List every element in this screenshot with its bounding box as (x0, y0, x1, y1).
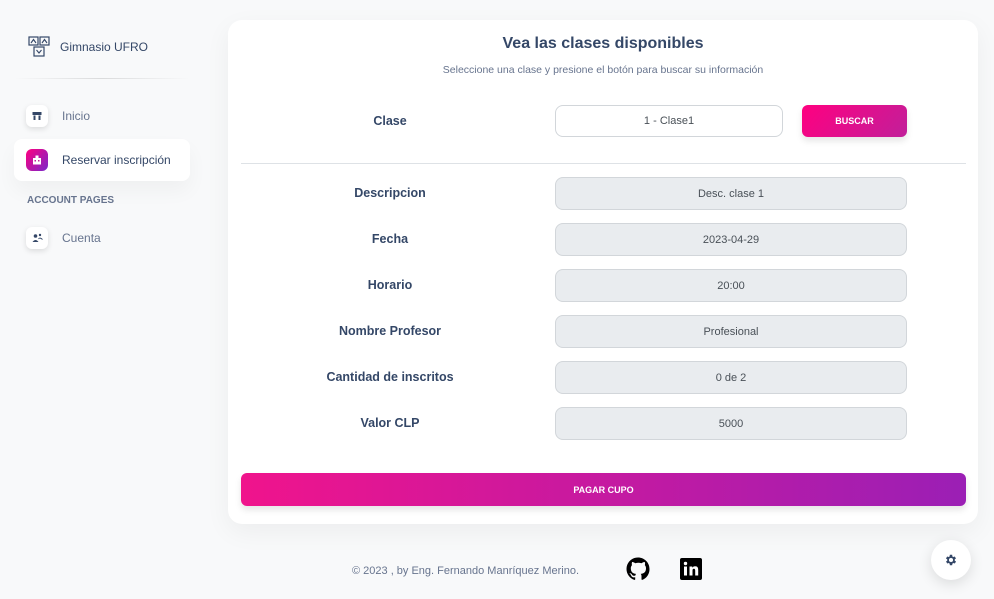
github-icon[interactable] (626, 557, 650, 581)
sidebar-item-label: Cuenta (62, 231, 101, 245)
clase-select[interactable]: 1 - Clase1 (555, 105, 783, 137)
clase-label: Clase (373, 114, 407, 128)
page-title: Vea las clases disponibles (502, 35, 704, 52)
valor-clp-label: Valor CLP (360, 416, 420, 430)
office-icon (26, 149, 48, 171)
brand-name: Gimnasio UFRO (60, 40, 149, 54)
cantidad-inscritos-field: 0 de 2 (555, 361, 907, 394)
descripcion-label: Descripcion (354, 186, 426, 200)
buscar-button[interactable]: BUSCAR (802, 105, 907, 137)
descripcion-field: Desc. clase 1 (555, 177, 907, 210)
horario-field: 20:00 (555, 269, 907, 302)
gym-logo-icon (28, 36, 50, 57)
fecha-field: 2023-04-29 (555, 223, 907, 256)
horario-label: Horario (367, 278, 413, 292)
nombre-profesor-label: Nombre Profesor (338, 324, 442, 338)
sidebar-item-label: Inicio (62, 109, 91, 123)
linkedin-icon[interactable] (679, 557, 703, 581)
sidebar-item-label: Reservar inscripción (62, 153, 171, 167)
users-icon (26, 227, 48, 249)
class-info-card: Vea las clases disponibles Seleccione un… (228, 20, 978, 524)
shop-icon (26, 105, 48, 127)
valor-clp-field: 5000 (555, 407, 907, 440)
divider (241, 163, 966, 164)
brand[interactable]: Gimnasio UFRO (28, 36, 148, 58)
section-heading: ACCOUNT PAGES (27, 195, 115, 206)
nombre-profesor-field: Profesional (555, 315, 907, 348)
sidebar-item-cuenta[interactable]: Cuenta (14, 217, 190, 259)
sidebar-divider (14, 78, 190, 79)
footer-copyright: © 2023 , by Eng. Fernando Manríquez Meri… (352, 565, 580, 577)
fecha-label: Fecha (371, 232, 409, 246)
page-subtitle: Seleccione una clase y presione el botón… (442, 64, 764, 76)
cantidad-inscritos-label: Cantidad de inscritos (326, 370, 454, 384)
gear-icon (945, 554, 957, 566)
sidebar-item-reservar[interactable]: Reservar inscripción (14, 139, 190, 181)
sidebar: Gimnasio UFRO Inicio Reservar inscripció… (0, 0, 200, 599)
settings-button[interactable] (931, 540, 971, 580)
pagar-cupo-button[interactable]: PAGAR CUPO (241, 473, 966, 506)
sidebar-item-inicio[interactable]: Inicio (14, 95, 190, 137)
